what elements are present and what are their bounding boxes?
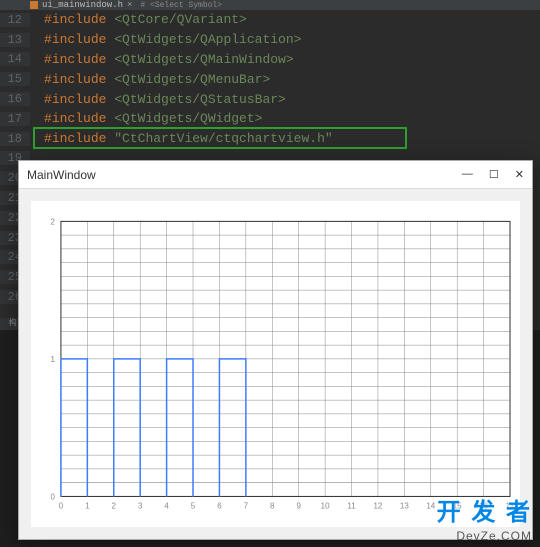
maximize-icon[interactable]: ☐: [489, 168, 499, 181]
chart-view[interactable]: 01234567891011121314151617012: [31, 201, 520, 527]
code-line[interactable]: 12#include <QtCore/QVariant>: [0, 10, 540, 30]
svg-text:3: 3: [138, 502, 143, 511]
line-number: 14: [0, 52, 30, 66]
symbol-selector[interactable]: # <Select Symbol>: [140, 1, 222, 10]
minimize-icon[interactable]: —: [462, 168, 473, 181]
chart-svg: 01234567891011121314151617012: [31, 201, 520, 527]
svg-text:1: 1: [85, 502, 90, 511]
svg-text:2: 2: [112, 502, 117, 511]
svg-text:7: 7: [244, 502, 249, 511]
svg-text:9: 9: [296, 502, 301, 511]
svg-text:0: 0: [51, 492, 56, 501]
code-content: #include "CtChartView/ctqchartview.h": [30, 131, 333, 146]
code-content: #include <QtWidgets/QApplication>: [30, 32, 301, 47]
code-content: #include <QtWidgets/QStatusBar>: [30, 92, 286, 107]
code-line[interactable]: 15#include <QtWidgets/QMenuBar>: [0, 69, 540, 89]
line-number: 12: [0, 13, 30, 27]
svg-text:11: 11: [347, 502, 356, 511]
code-content: #include <QtWidgets/QMenuBar>: [30, 72, 270, 87]
line-number: 18: [0, 132, 30, 146]
close-icon[interactable]: ✕: [515, 168, 524, 181]
window-controls: — ☐ ✕: [462, 168, 524, 181]
window-body: 01234567891011121314151617012: [19, 189, 532, 539]
code-content: #include <QtCore/QVariant>: [30, 12, 247, 27]
line-number: 15: [0, 72, 30, 86]
svg-text:12: 12: [374, 502, 383, 511]
svg-text:16: 16: [479, 502, 488, 511]
file-tab[interactable]: ui_mainwindow.h ×: [30, 0, 132, 10]
svg-text:13: 13: [400, 502, 409, 511]
svg-text:17: 17: [506, 502, 515, 511]
svg-text:2: 2: [51, 217, 56, 226]
code-line[interactable]: 17#include <QtWidgets/QWidget>: [0, 109, 540, 129]
header-file-icon: [30, 1, 38, 9]
window-title: MainWindow: [27, 168, 96, 182]
code-line[interactable]: 16#include <QtWidgets/QStatusBar>: [0, 89, 540, 109]
code-line[interactable]: 18#include "CtChartView/ctqchartview.h": [0, 129, 540, 149]
file-tab-label: ui_mainwindow.h: [42, 0, 123, 10]
svg-text:6: 6: [217, 502, 222, 511]
code-line[interactable]: 13#include <QtWidgets/QApplication>: [0, 30, 540, 50]
line-number: 13: [0, 33, 30, 47]
svg-text:14: 14: [426, 502, 435, 511]
code-line[interactable]: 14#include <QtWidgets/QMainWindow>: [0, 50, 540, 70]
svg-text:8: 8: [270, 502, 275, 511]
svg-text:10: 10: [321, 502, 330, 511]
line-number: 16: [0, 92, 30, 106]
close-icon[interactable]: ×: [127, 0, 132, 10]
code-content: #include <QtWidgets/QWidget>: [30, 111, 262, 126]
editor-tab-bar: ui_mainwindow.h × # <Select Symbol>: [0, 0, 540, 10]
svg-text:0: 0: [59, 502, 64, 511]
svg-text:1: 1: [51, 355, 56, 364]
main-window: MainWindow — ☐ ✕ 01234567891011121314151…: [18, 160, 533, 540]
code-content: #include <QtWidgets/QMainWindow>: [30, 52, 294, 67]
svg-text:15: 15: [453, 502, 462, 511]
window-titlebar[interactable]: MainWindow — ☐ ✕: [19, 161, 532, 189]
line-number: 17: [0, 112, 30, 126]
svg-text:4: 4: [164, 502, 169, 511]
svg-text:5: 5: [191, 502, 196, 511]
